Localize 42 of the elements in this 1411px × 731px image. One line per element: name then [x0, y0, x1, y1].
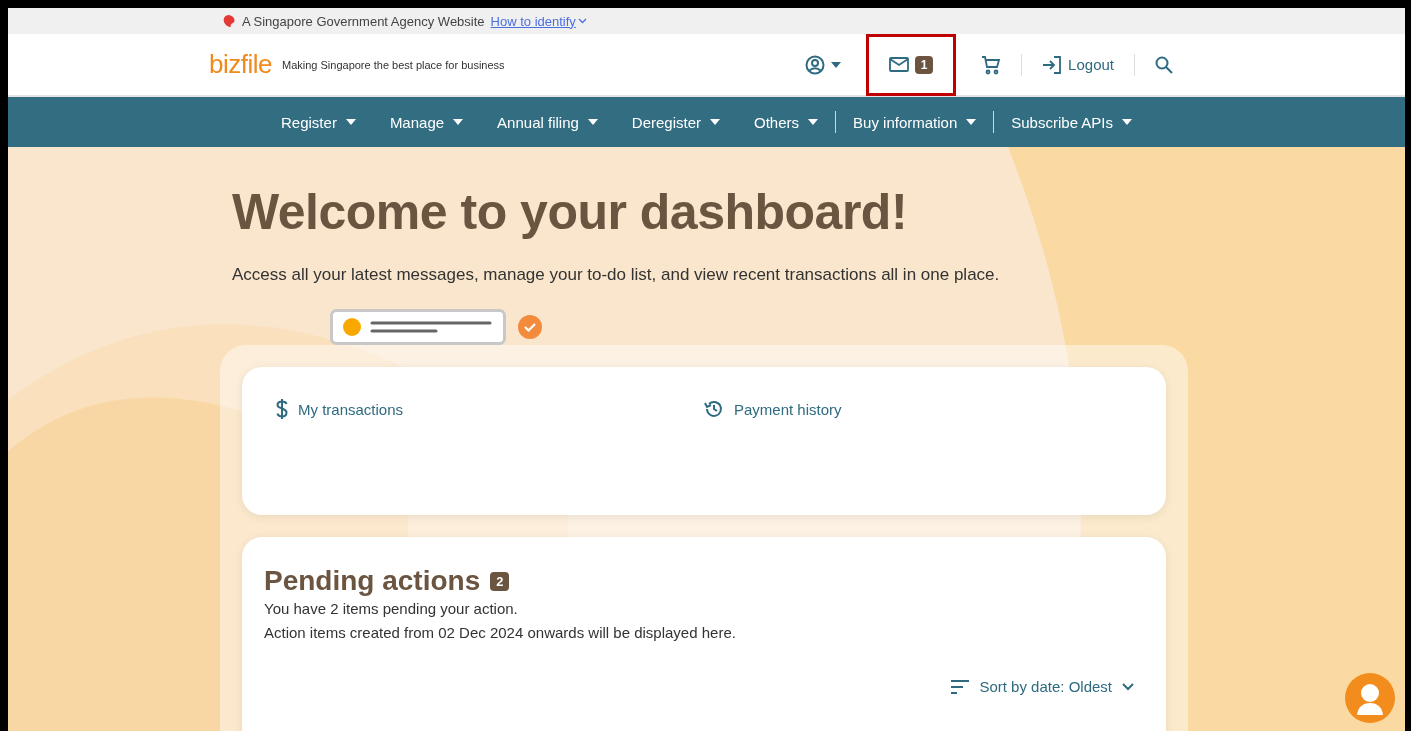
message-count-badge: 1: [914, 55, 934, 74]
chevron-down-icon: [577, 18, 587, 24]
cart-button[interactable]: [981, 54, 1002, 75]
nav-menu-item[interactable]: Manage: [372, 113, 481, 131]
masthead-text: A Singapore Government Agency Website: [242, 13, 485, 29]
pending-info-text: Action items created from 02 Dec 2024 onwards will be displayed here.: [264, 623, 737, 643]
pending-info-text: You have 2 items pending your action.: [264, 599, 519, 619]
welcome-description: Access all your latest messages, manage your to-do list, and view recent transactions all in one place.: [232, 264, 1001, 286]
pending-count-badge: 2: [490, 571, 510, 591]
quick-link[interactable]: My transactions: [276, 399, 404, 419]
nav-menu-item[interactable]: Subscribe APIs: [994, 113, 1149, 131]
nav-menu-item[interactable]: Annual filing: [480, 113, 615, 131]
nav-menu-item[interactable]: Register: [264, 113, 373, 131]
caret-icon: [710, 119, 721, 125]
tagline: Making Singapore the best place for business: [282, 58, 505, 71]
history-icon: [704, 399, 724, 419]
person-silhouette-icon: [1355, 681, 1385, 715]
logout-icon: [1042, 55, 1063, 74]
quick-link[interactable]: Payment history: [704, 399, 842, 419]
logout-button[interactable]: Logout: [1042, 55, 1114, 74]
chevron-down-icon: [1122, 682, 1134, 691]
caret-icon: [808, 119, 819, 125]
caret-icon: [587, 119, 598, 125]
pending-actions-heading: Pending actions: [264, 565, 481, 597]
caret-icon: [345, 119, 356, 125]
caret-icon: [453, 119, 464, 125]
envelope-icon: [888, 57, 909, 72]
messages-button[interactable]: 1: [866, 33, 957, 96]
caret-icon: [1122, 119, 1132, 125]
account-menu-button[interactable]: [805, 54, 842, 75]
dollar-icon: [276, 399, 288, 419]
caret-icon: [831, 61, 842, 68]
nav-menu-item[interactable]: Deregister: [614, 113, 738, 131]
sort-lines-icon: [951, 679, 970, 694]
nav-menu-item[interactable]: Others: [737, 113, 836, 131]
caret-icon: [966, 119, 977, 125]
how-to-identify-link[interactable]: How to identify: [490, 13, 587, 29]
search-button[interactable]: [1155, 55, 1173, 74]
sort-dropdown[interactable]: Sort by date: Oldest: [945, 677, 1140, 696]
welcome-heading: Welcome to your dashboard!: [232, 183, 909, 241]
check-icon: [518, 315, 542, 339]
nav-menu-item[interactable]: Buy information: [836, 113, 994, 131]
